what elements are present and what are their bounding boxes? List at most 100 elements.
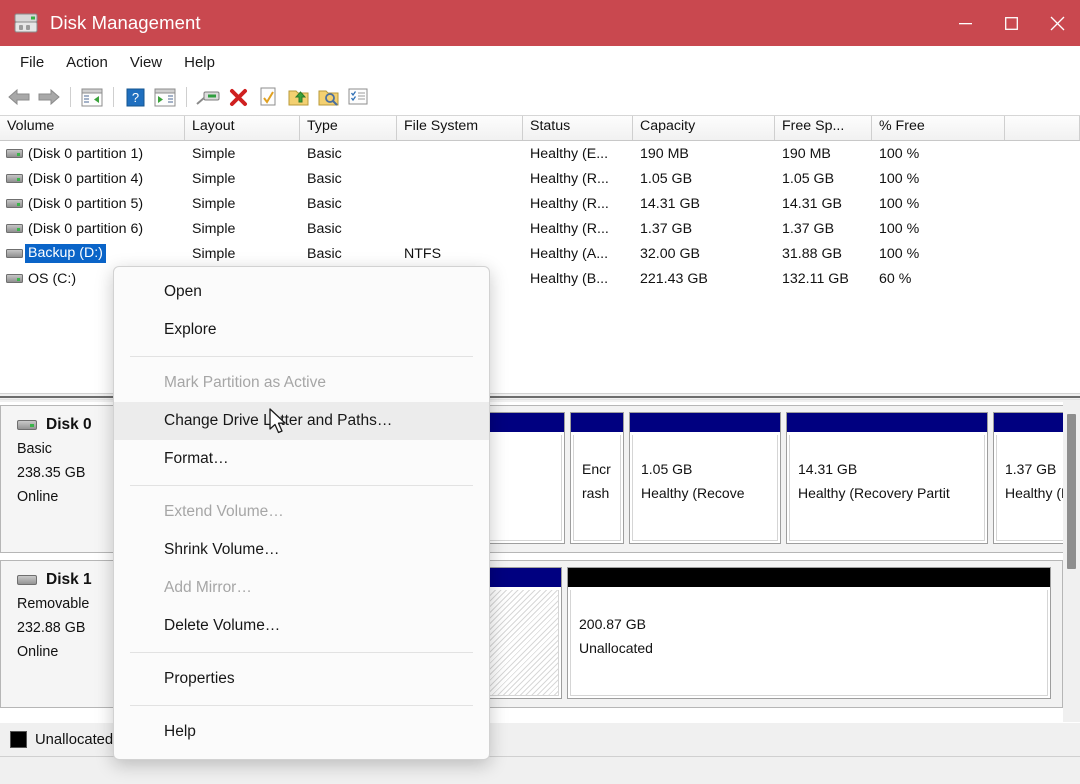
properties-icon[interactable] [253, 83, 283, 111]
volume-cell: Backup (D:) [0, 244, 185, 263]
menu-bar: File Action View Help [0, 46, 1080, 79]
context-menu-item-explore[interactable]: Explore [114, 311, 489, 349]
partition-block[interactable]: 14.31 GBHealthy (Recovery Partit [786, 412, 988, 544]
partition-size: 200.87 GB [579, 612, 1047, 636]
maximize-button[interactable] [988, 0, 1034, 46]
toolbar-separator [113, 87, 114, 107]
rescan-disks-icon[interactable] [193, 83, 223, 111]
help-icon[interactable]: ? [120, 83, 150, 111]
close-button[interactable] [1034, 0, 1080, 46]
capacity-cell: 190 MB [633, 146, 775, 162]
context-menu-item-change-drive-letter-and-paths[interactable]: Change Drive Letter and Paths… [114, 402, 489, 440]
table-row[interactable]: (Disk 0 partition 4) SimpleBasic Healthy (… [0, 166, 1080, 191]
menu-action[interactable]: Action [55, 50, 119, 75]
volume-cell: (Disk 0 partition 4) [0, 171, 185, 187]
volume-label: Backup (D:) [25, 244, 106, 263]
column-header-free-space[interactable]: Free Sp... [775, 116, 872, 140]
delete-icon[interactable] [223, 83, 253, 111]
context-menu-item-help[interactable]: Help [114, 713, 489, 751]
toolbar: ? [0, 79, 1080, 116]
context-menu-item-properties[interactable]: Properties [114, 660, 489, 698]
layout-cell: Simple [185, 196, 300, 212]
column-header-volume[interactable]: Volume [0, 116, 185, 140]
context-menu-item-add-mirror: Add Mirror… [114, 569, 489, 607]
column-header-status[interactable]: Status [523, 116, 633, 140]
status-cell: Healthy (R... [523, 221, 633, 237]
volume-drive-icon [6, 149, 23, 158]
type-cell: Basic [300, 146, 397, 162]
show-hide-action-pane-icon[interactable] [150, 83, 180, 111]
layout-cell: Simple [185, 146, 300, 162]
menu-view[interactable]: View [119, 50, 173, 75]
free-space-cell: 132.11 GB [775, 271, 872, 287]
toolbar-separator [70, 87, 71, 107]
table-row[interactable]: (Disk 0 partition 1)SimpleBasicHealthy (… [0, 141, 1080, 166]
column-header-layout[interactable]: Layout [185, 116, 300, 140]
partition-block[interactable]: Encrrash [570, 412, 624, 544]
percent-free-cell: 100 % [872, 246, 1005, 262]
context-menu-separator [130, 652, 473, 653]
partition-block[interactable]: 1.05 GBHealthy (Recove [629, 412, 781, 544]
context-menu-item-mark-partition-as-active: Mark Partition as Active [114, 364, 489, 402]
column-header-file-system[interactable]: File System [397, 116, 523, 140]
capacity-cell: 32.00 GB [633, 246, 775, 262]
capacity-cell: 1.05 GB [633, 171, 775, 187]
free-space-cell: 14.31 GB [775, 196, 872, 212]
type-cell: Basic [300, 196, 397, 212]
export-list-icon[interactable] [283, 83, 313, 111]
scrollbar-thumb[interactable] [1067, 414, 1076, 569]
column-header-percent-free[interactable]: % Free [872, 116, 1005, 140]
volume-label: (Disk 0 partition 1) [28, 146, 143, 162]
free-space-cell: 190 MB [775, 146, 872, 162]
disk-drive-icon [14, 12, 38, 34]
legend-item-unallocated: Unallocated [10, 731, 113, 748]
status-cell: Healthy (A... [523, 246, 633, 262]
forward-arrow-icon[interactable] [34, 83, 64, 111]
type-cell: Basic [300, 221, 397, 237]
graphical-view-scrollbar[interactable] [1063, 402, 1080, 722]
context-menu-item-open[interactable]: Open [114, 273, 489, 311]
partition-label: 14.31 GBHealthy (Recovery Partit [789, 435, 985, 541]
volume-label: OS (C:) [28, 271, 76, 287]
volume-label: (Disk 0 partition 4) [28, 171, 143, 187]
column-header-type[interactable]: Type [300, 116, 397, 140]
layout-cell: Simple [185, 171, 300, 187]
free-space-cell: 1.05 GB [775, 171, 872, 187]
context-menu-separator [130, 356, 473, 357]
menu-help[interactable]: Help [173, 50, 226, 75]
partition-block[interactable]: 200.87 GBUnallocated [567, 567, 1051, 699]
status-cell: Healthy (R... [523, 171, 633, 187]
context-menu-item-shrink-volume[interactable]: Shrink Volume… [114, 531, 489, 569]
legend-label-unallocated: Unallocated [35, 732, 113, 748]
partition-color-bar [787, 413, 987, 433]
column-header-capacity[interactable]: Capacity [633, 116, 775, 140]
context-menu-item-delete-volume[interactable]: Delete Volume… [114, 607, 489, 645]
disk-icon [17, 575, 37, 585]
find-icon[interactable] [313, 83, 343, 111]
volume-drive-icon [6, 174, 23, 183]
back-arrow-icon[interactable] [4, 83, 34, 111]
detail-list-icon[interactable] [343, 83, 373, 111]
capacity-cell: 221.43 GB [633, 271, 775, 287]
percent-free-cell: 100 % [872, 221, 1005, 237]
minimize-button[interactable] [942, 0, 988, 46]
file-system-cell: NTFS [397, 246, 523, 262]
table-row[interactable]: (Disk 0 partition 5)SimpleBasic Healthy (… [0, 191, 1080, 216]
volume-cell: (Disk 0 partition 5) [0, 196, 185, 212]
context-menu-item-format[interactable]: Format… [114, 440, 489, 478]
volume-drive-icon [6, 249, 23, 258]
percent-free-cell: 100 % [872, 146, 1005, 162]
status-cell: Healthy (R... [523, 196, 633, 212]
type-cell: Basic [300, 246, 397, 262]
volume-list-header: Volume Layout Type File System Status Ca… [0, 116, 1080, 141]
partition-label: Encrrash [573, 435, 621, 541]
table-row[interactable]: Backup (D:)SimpleBasicNTFSHealthy (A...3… [0, 241, 1080, 266]
show-hide-console-tree-icon[interactable] [77, 83, 107, 111]
percent-free-cell: 60 % [872, 271, 1005, 287]
table-row[interactable]: (Disk 0 partition 6)SimpleBasicHealthy (… [0, 216, 1080, 241]
volume-drive-icon [6, 199, 23, 208]
type-cell: Basic [300, 171, 397, 187]
menu-file[interactable]: File [9, 50, 55, 75]
partition-label: 200.87 GBUnallocated [570, 590, 1048, 696]
toolbar-separator [186, 87, 187, 107]
